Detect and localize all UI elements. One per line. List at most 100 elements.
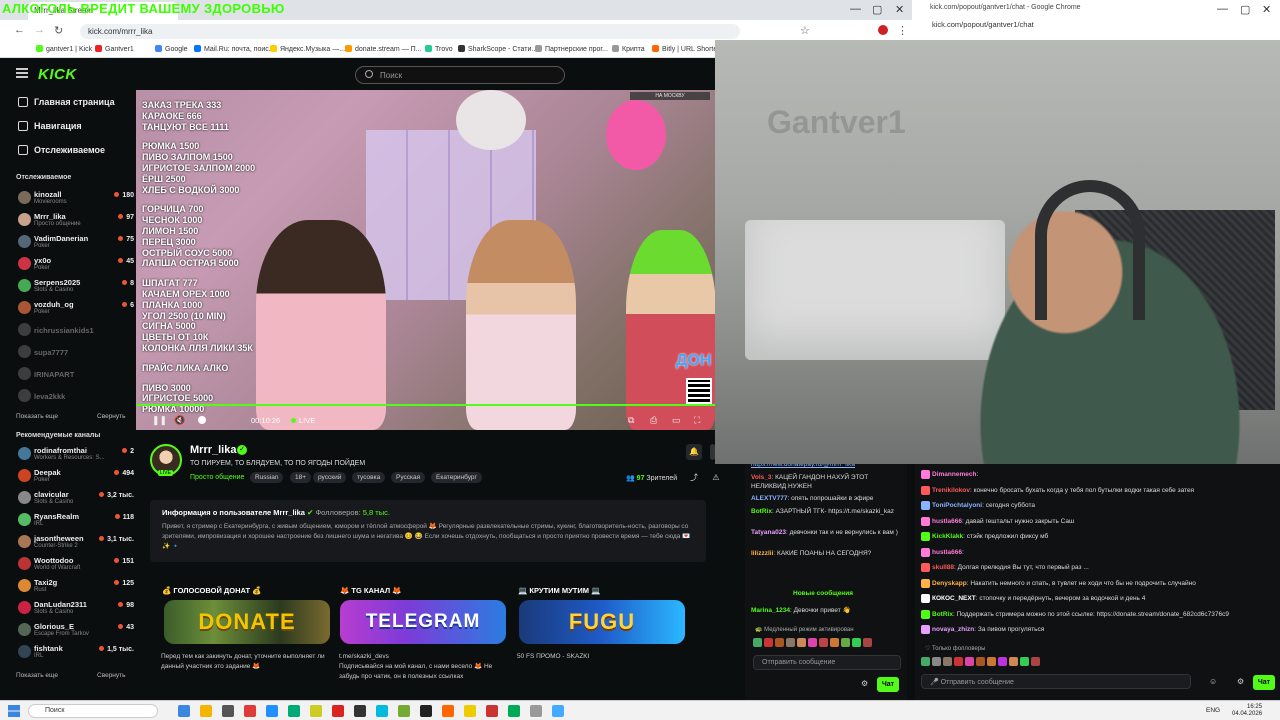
bookmark-item[interactable]: Trovo — [425, 45, 453, 53]
reload-icon[interactable]: ↻ — [54, 24, 63, 37]
fullscreen-icon[interactable]: ⛶ — [694, 415, 700, 426]
followed-channel[interactable]: yx0o Poker 45 — [16, 254, 134, 276]
language-indicator[interactable]: ENG — [1206, 707, 1220, 714]
collapse-button[interactable]: Свернуть — [97, 672, 126, 679]
telegram-banner[interactable]: TELEGRAM — [340, 600, 506, 644]
emote-icon[interactable] — [1031, 656, 1040, 666]
taskbar-app-icon[interactable] — [288, 705, 300, 717]
taskbar-app-icon[interactable] — [310, 705, 322, 717]
emote-icon[interactable] — [976, 656, 985, 666]
clip-icon[interactable]: ⎙ — [650, 415, 657, 426]
chat-username[interactable]: KickKlakk — [932, 533, 963, 540]
taskbar-app-icon[interactable] — [354, 705, 366, 717]
emote-icon[interactable] — [819, 637, 828, 647]
chat-username[interactable]: hustla666 — [932, 549, 962, 556]
bookmark-item[interactable]: Gantver1 — [95, 45, 134, 53]
back-icon[interactable]: ← — [14, 24, 25, 36]
followed-channel[interactable]: VadimDanerian Poker 75 — [16, 232, 134, 254]
recommended-channel[interactable]: fishtank IRL 1,5 тыс. — [16, 642, 134, 664]
tag[interactable]: Екатеринбург — [431, 472, 482, 483]
chat-username[interactable]: ALEXTV777 — [751, 495, 788, 502]
offline-channel[interactable]: leva2kkk — [16, 386, 134, 408]
taskbar-app-icon[interactable] — [420, 705, 432, 717]
taskbar-app-icon[interactable] — [376, 705, 388, 717]
recommended-channel[interactable]: Taxi2g Rust 125 — [16, 576, 134, 598]
minimize-icon[interactable]: — — [1217, 3, 1228, 15]
emote-icon[interactable] — [775, 637, 784, 647]
system-clock[interactable]: 16:25 04.04.2026 — [1232, 704, 1262, 718]
settings-icon[interactable]: ⚙ — [861, 679, 868, 688]
close-icon[interactable]: ✕ — [1262, 3, 1271, 16]
emote-icon[interactable] — [987, 656, 996, 666]
taskbar-app-icon[interactable] — [332, 705, 344, 717]
fugu-banner[interactable]: FUGU — [519, 600, 685, 644]
url-field[interactable]: kick.com/mrrr_lika — [80, 24, 740, 39]
emote-icon[interactable] — [1009, 656, 1018, 666]
chat-username[interactable]: ToniPochtalyoni — [932, 502, 982, 509]
tag[interactable]: 18+ — [290, 472, 312, 483]
chat-username[interactable]: hustla666 — [932, 518, 962, 525]
hamburger-menu-icon[interactable] — [16, 68, 28, 78]
tag[interactable]: Russian — [250, 472, 284, 483]
chat-send-button[interactable]: Чат — [1253, 675, 1275, 690]
offline-channel[interactable]: richrussiankids1 — [16, 320, 134, 342]
followed-channel[interactable]: kinozall Movierooms 180 — [16, 188, 134, 210]
live-indicator[interactable]: LIVE — [291, 416, 315, 425]
emote-icon[interactable] — [753, 637, 762, 647]
chat-input[interactable]: Отправить сообщение — [753, 655, 901, 670]
recommended-channel[interactable]: jasontheween Counter-Strike 2 3,1 тыс. — [16, 532, 134, 554]
emote-icon[interactable] — [954, 656, 963, 666]
taskbar-app-icon[interactable] — [398, 705, 410, 717]
collapse-button[interactable]: Свернуть — [97, 413, 126, 420]
new-messages-divider[interactable]: Новые сообщения — [793, 590, 853, 597]
search-input[interactable]: Поиск — [355, 66, 565, 84]
emote-icon[interactable] — [921, 656, 930, 666]
chat-username[interactable]: Denyskapp — [932, 580, 967, 587]
video-player[interactable]: ЗАКАЗ ТРЕКА 333 КАРАОКЕ 666 ТАНЦУЮТ ВСЕ 11… — [136, 90, 715, 430]
recommended-channel[interactable]: rodinafromthai Workers & Resources: S... 2 — [16, 444, 134, 466]
chat-username[interactable]: КОКОС_NEXT — [932, 595, 976, 602]
chat-username[interactable]: lilizzzlii — [751, 550, 773, 557]
emote-icon[interactable] — [998, 656, 1007, 666]
bookmark-item[interactable]: SharkScope - Стати... — [458, 45, 537, 53]
recommended-channel[interactable]: Glorious_E Escape From Tarkov 43 — [16, 620, 134, 642]
emote-icon[interactable] — [808, 637, 817, 647]
share-icon[interactable]: ⤴ — [686, 470, 702, 486]
bookmark-item[interactable]: Партнерские прог... — [535, 45, 608, 53]
recommended-channel[interactable]: DanLudan2311 Slots & Casino 98 — [16, 598, 134, 620]
taskbar-app-icon[interactable] — [508, 705, 520, 717]
close-icon[interactable]: ✕ — [895, 3, 904, 16]
chat-username[interactable]: BotRix — [932, 611, 953, 618]
report-icon[interactable]: ⚠ — [708, 470, 724, 486]
chat-username[interactable]: BotRix — [751, 508, 772, 515]
emote-picker-icon[interactable]: ☺ — [1209, 677, 1217, 686]
show-more-button[interactable]: Показать еще — [16, 672, 58, 679]
windows-start-icon[interactable] — [8, 705, 20, 717]
emote-icon[interactable] — [764, 637, 773, 647]
emote-icon[interactable] — [797, 637, 806, 647]
bookmark-item[interactable]: Google — [155, 45, 188, 53]
bookmark-item[interactable]: Mail.Ru: почта, поис... — [194, 45, 275, 53]
maximize-icon[interactable]: ▢ — [1240, 3, 1250, 16]
profile-avatar[interactable] — [878, 25, 888, 35]
emote-icon[interactable] — [841, 637, 850, 647]
followed-channel[interactable]: Serpens2025 Slots & Casino 8 — [16, 276, 134, 298]
sidebar-item-home[interactable]: Главная страница — [18, 97, 115, 107]
bookmark-item[interactable]: donate.stream — П... — [345, 45, 422, 53]
emote-icon[interactable] — [830, 637, 839, 647]
offline-channel[interactable]: supa7777 — [16, 342, 134, 364]
taskbar-app-icon[interactable] — [222, 705, 234, 717]
taskbar-app-icon[interactable] — [200, 705, 212, 717]
channel-name[interactable]: Mrrr_lika — [190, 444, 236, 456]
taskbar-app-icon[interactable] — [530, 705, 542, 717]
chat-username[interactable]: Dimannemech — [932, 471, 976, 478]
chat-input[interactable]: 🎤 Отправить сообщение — [921, 674, 1191, 689]
recommended-channel[interactable]: claviculаr Slots & Casino 3,2 тыс. — [16, 488, 134, 510]
microphone-icon[interactable]: 🎤 — [930, 679, 939, 686]
taskbar-app-icon[interactable] — [486, 705, 498, 717]
maximize-icon[interactable]: ▢ — [872, 3, 882, 16]
taskbar-app-icon[interactable] — [552, 705, 564, 717]
chat-username[interactable]: Tatyana023 — [751, 529, 786, 536]
chat-username[interactable]: skull88 — [932, 564, 954, 571]
settings-icon[interactable]: ⚙ — [1237, 677, 1244, 686]
